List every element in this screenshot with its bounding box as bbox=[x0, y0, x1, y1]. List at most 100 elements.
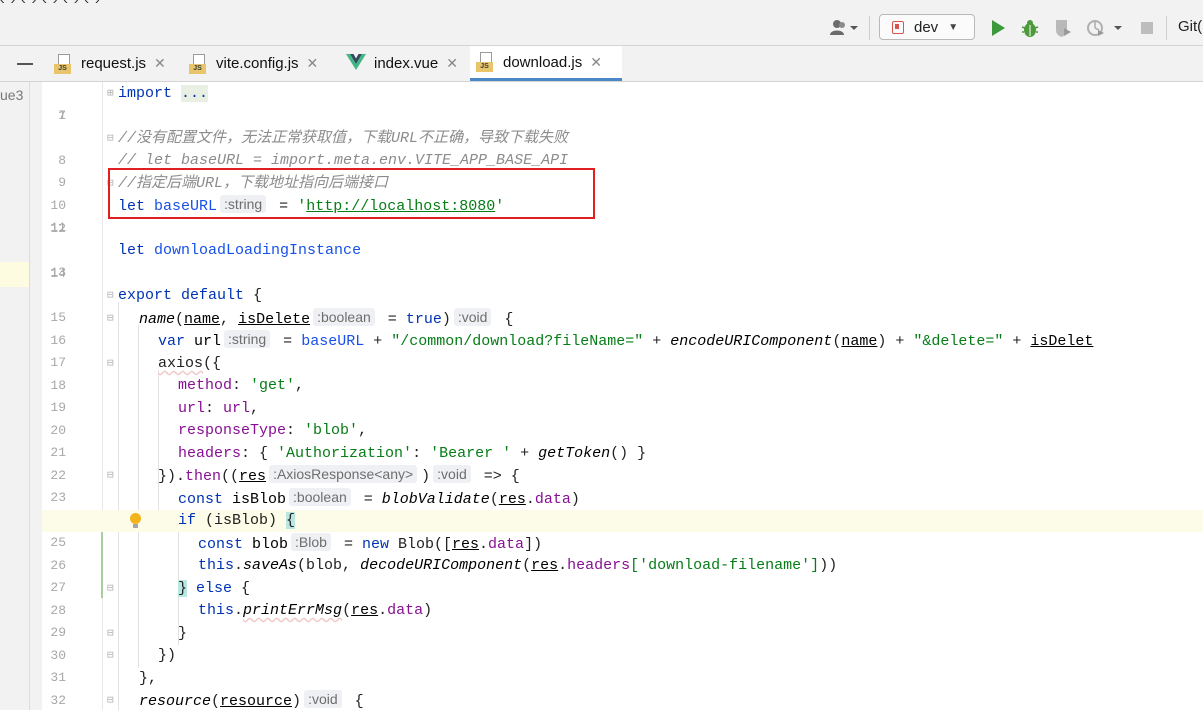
tab-label: download.js bbox=[503, 53, 583, 71]
run-config-label: dev bbox=[914, 18, 939, 36]
fold-icon[interactable]: ⊟ bbox=[107, 623, 114, 645]
type-hint: :void bbox=[453, 308, 492, 326]
code-line: 8 ⊟ //没有配置文件，无法正常获取值，下载URL不正确，导致下载失败 bbox=[42, 128, 1203, 168]
line-number: 7 bbox=[58, 108, 66, 123]
user-icon bbox=[830, 20, 858, 35]
code-line: 30 ⊟ } bbox=[42, 623, 1203, 663]
code-line: 14 bbox=[42, 263, 1203, 285]
code-line: 16 ⊟ name(name, isDelete:boolean = true):… bbox=[42, 308, 1203, 348]
code-line: 22 headers: { 'Authorization': 'Bearer '… bbox=[42, 443, 1203, 483]
code-line: 13 let downloadLoadingInstance bbox=[42, 240, 1203, 280]
code-line: 23 ⊟ }).then((res:AxiosResponse<any>):voi… bbox=[42, 465, 1203, 505]
close-icon[interactable]: ✕ bbox=[590, 54, 602, 71]
vue-file-icon bbox=[346, 53, 368, 75]
fold-icon[interactable]: ⊟ bbox=[107, 308, 114, 330]
code-comment: //没有配置文件，无法正常获取值，下载URL不正确，导致下载失败 bbox=[118, 130, 569, 147]
toolbar-clipped-text: ‹ › ‹ › ‹ › ‹ › ‹ › bbox=[0, 0, 560, 6]
folded-imports[interactable]: ... bbox=[181, 85, 209, 102]
line-number: 14 bbox=[50, 266, 66, 281]
code-line: 1 ⊞ import ... bbox=[42, 83, 1203, 123]
code-editor[interactable]: 1 ⊞ import ... 7 8 ⊟ //没有配置文件，无法正常获取值，下载UR… bbox=[42, 82, 1203, 710]
code-line: 15 ⊟ export default { bbox=[42, 285, 1203, 325]
toolbar-divider bbox=[1166, 16, 1167, 40]
code-line: 10 ⊟ //指定后端URL，下载地址指向后端接口 bbox=[42, 173, 1203, 213]
type-hint: :string bbox=[220, 195, 267, 213]
code-comment: // let baseURL = import.meta.env.VITE_AP… bbox=[118, 152, 569, 169]
project-label[interactable]: ue3 bbox=[0, 87, 30, 103]
code-line: 19 method: 'get', bbox=[42, 375, 1203, 415]
tab-download-js[interactable]: JS download.js ✕ bbox=[470, 46, 622, 81]
git-menu-label[interactable]: Git( bbox=[1178, 18, 1202, 35]
code-line: 32 }, bbox=[42, 668, 1203, 708]
type-hint: :Blob bbox=[291, 533, 331, 551]
coverage-button[interactable] bbox=[1052, 17, 1074, 39]
toolbar-divider bbox=[869, 16, 870, 40]
main-toolbar: ‹ › ‹ › ‹ › ‹ › ‹ › dev ▼ bbox=[0, 0, 1203, 46]
code-line: 12 bbox=[42, 218, 1203, 240]
line-number: 12 bbox=[50, 221, 66, 236]
project-tool-strip: ue3 bbox=[0, 82, 42, 710]
bug-icon bbox=[1021, 20, 1039, 37]
fold-icon[interactable]: ⊟ bbox=[107, 465, 114, 487]
run-button[interactable] bbox=[988, 18, 1008, 38]
clipped-text: ‹ › ‹ › ‹ › ‹ › ‹ › bbox=[0, 0, 101, 6]
shield-run-icon bbox=[1056, 20, 1071, 37]
code-comment: //指定后端URL，下载地址指向后端接口 bbox=[118, 175, 389, 192]
code-line: 17 var url:string = baseURL + "/common/d… bbox=[42, 330, 1203, 370]
fold-icon[interactable]: ⊟ bbox=[107, 128, 114, 150]
editor-tabs: JS request.js ✕ JS vite.config.js ✕ inde… bbox=[0, 46, 1203, 82]
js-file-icon: JS bbox=[475, 51, 497, 73]
code-line: 18 ⊟ axios({ bbox=[42, 353, 1203, 393]
close-icon[interactable]: ✕ bbox=[446, 55, 458, 72]
fold-icon[interactable]: ⊞ bbox=[107, 83, 114, 105]
fold-icon[interactable]: ⊟ bbox=[107, 645, 114, 667]
code-line: 9 // let baseURL = import.meta.env.VITE_… bbox=[42, 150, 1203, 190]
lightbulb-icon[interactable] bbox=[130, 513, 141, 528]
code-line-current: 25 if (isBlob) { bbox=[42, 510, 1203, 550]
fold-icon[interactable]: ⊟ bbox=[107, 578, 114, 600]
code-line: 31 ⊟ }) bbox=[42, 645, 1203, 685]
user-menu-button[interactable] bbox=[826, 17, 862, 39]
type-hint: :boolean bbox=[289, 488, 351, 506]
fold-icon[interactable]: ⊟ bbox=[107, 173, 114, 195]
run-config-icon bbox=[892, 20, 904, 34]
code-line: 20 url: url, bbox=[42, 398, 1203, 438]
tab-request-js[interactable]: JS request.js ✕ bbox=[50, 46, 176, 81]
play-icon bbox=[992, 20, 1005, 36]
fold-icon[interactable]: ⊟ bbox=[107, 285, 114, 307]
tab-index-vue[interactable]: index.vue ✕ bbox=[343, 46, 467, 81]
code-line: 33⊟ resource(resource):void { bbox=[107, 690, 364, 710]
type-hint: :void bbox=[433, 465, 471, 483]
type-hint: :AxiosResponse<any> bbox=[269, 465, 418, 483]
type-hint: :void bbox=[304, 690, 342, 708]
close-icon[interactable]: ✕ bbox=[154, 55, 166, 72]
code-line: 26 const blob:Blob = new Blob([res.data]… bbox=[42, 533, 1203, 573]
current-line-strip bbox=[0, 262, 30, 287]
fold-icon[interactable]: ⊟ bbox=[107, 353, 114, 375]
tab-label: vite.config.js bbox=[216, 55, 299, 72]
code-line: 24 const isBlob:boolean = blobValidate(r… bbox=[42, 488, 1203, 528]
tab-vite-config-js[interactable]: JS vite.config.js ✕ bbox=[185, 46, 335, 81]
type-hint: :boolean bbox=[313, 308, 375, 326]
code-line: 21 responseType: 'blob', bbox=[42, 420, 1203, 460]
base-url-link[interactable]: http://localhost:8080 bbox=[306, 198, 495, 215]
stop-button[interactable] bbox=[1138, 19, 1156, 37]
debug-button[interactable] bbox=[1019, 17, 1041, 39]
tab-label: index.vue bbox=[374, 55, 439, 72]
collapse-icon[interactable] bbox=[17, 63, 33, 65]
js-file-icon: JS bbox=[188, 53, 210, 75]
type-hint: :string bbox=[224, 330, 271, 348]
run-config-selector[interactable]: dev ▼ bbox=[879, 14, 975, 40]
js-file-icon: JS bbox=[53, 53, 75, 75]
close-icon[interactable]: ✕ bbox=[307, 55, 319, 72]
code-line: 27 this.saveAs(blob, decodeURIComponent(… bbox=[42, 555, 1203, 595]
profiler-icon bbox=[1087, 20, 1122, 36]
matched-brace: { bbox=[286, 512, 296, 529]
fold-icon[interactable]: ⊟ bbox=[107, 690, 114, 710]
profile-button[interactable] bbox=[1085, 17, 1125, 39]
chevron-down-icon: ▼ bbox=[948, 21, 959, 33]
code-line: 7 bbox=[42, 105, 1203, 127]
matched-brace: } bbox=[178, 580, 188, 597]
tab-label: request.js bbox=[81, 55, 147, 72]
code-line: 11 let baseURL:string = 'http://localhos… bbox=[42, 195, 1203, 235]
